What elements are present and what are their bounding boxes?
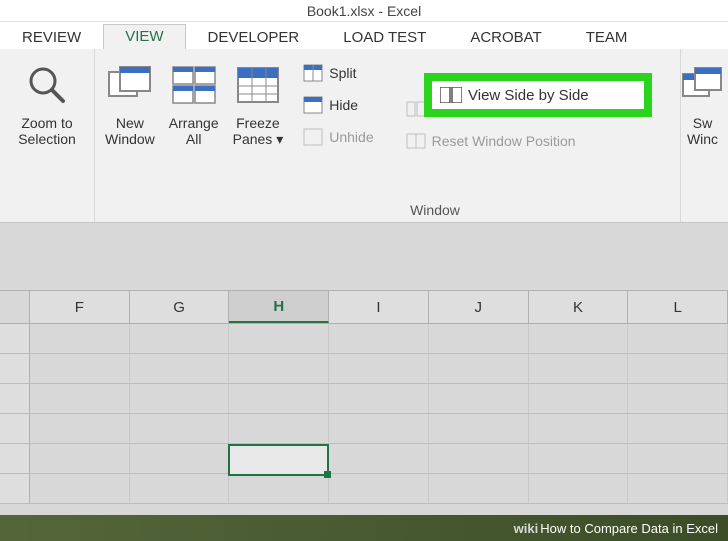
table-row[interactable] xyxy=(0,444,728,474)
unhide-icon xyxy=(303,128,323,146)
view-side-by-side-icon xyxy=(440,87,462,103)
magnifier-icon xyxy=(23,61,71,109)
column-header-g[interactable]: G xyxy=(130,291,230,323)
ribbon: Zoom to Selection New Window xyxy=(0,49,728,223)
table-row[interactable] xyxy=(0,474,728,504)
arrange-all-icon xyxy=(170,61,218,109)
table-row[interactable] xyxy=(0,324,728,354)
arrange-all-label: Arrange All xyxy=(169,115,219,147)
unhide-button: Unhide xyxy=(297,121,379,153)
freeze-panes-label: Freeze Panes ▾ xyxy=(233,115,284,147)
select-all-corner[interactable] xyxy=(0,291,30,323)
window-title: Book1.xlsx - Excel xyxy=(307,3,421,19)
tab-developer[interactable]: DEVELOPER xyxy=(186,25,322,49)
table-row[interactable] xyxy=(0,384,728,414)
spreadsheet-grid[interactable]: F G H I J K L xyxy=(0,290,728,531)
split-button[interactable]: Split xyxy=(297,57,379,89)
tab-view[interactable]: VIEW xyxy=(103,24,185,49)
ribbon-group-label-window: Window xyxy=(190,202,680,218)
tutorial-caption: wiki How to Compare Data in Excel xyxy=(0,515,728,541)
column-header-k[interactable]: K xyxy=(529,291,629,323)
switch-windows-icon xyxy=(680,61,727,109)
reset-window-icon xyxy=(406,133,426,149)
column-headers-row: F G H I J K L xyxy=(0,290,728,324)
column-header-h[interactable]: H xyxy=(229,291,329,323)
freeze-panes-icon xyxy=(234,61,282,109)
freeze-panes-button[interactable]: Freeze Panes ▾ xyxy=(227,57,290,157)
hide-button[interactable]: Hide xyxy=(297,89,379,121)
hide-icon xyxy=(303,96,323,114)
ribbon-group-switch: Sw Winc xyxy=(680,49,728,222)
tab-team[interactable]: TEAM xyxy=(564,25,650,49)
table-row[interactable] xyxy=(0,354,728,384)
zoom-to-selection-button[interactable]: Zoom to Selection xyxy=(12,57,82,151)
sync-scroll-icon xyxy=(406,101,426,117)
caption-brand: wiki xyxy=(514,521,539,536)
tab-load-test[interactable]: LOAD TEST xyxy=(321,25,448,49)
table-row[interactable] xyxy=(0,414,728,444)
split-icon xyxy=(303,64,323,82)
caption-text: How to Compare Data in Excel xyxy=(540,521,718,536)
hide-label: Hide xyxy=(329,97,358,113)
reset-window-position-button: Reset Window Position xyxy=(400,125,582,157)
tab-acrobat[interactable]: ACROBAT xyxy=(448,25,563,49)
column-header-f[interactable]: F xyxy=(30,291,130,323)
new-window-icon xyxy=(106,61,154,109)
column-header-i[interactable]: I xyxy=(329,291,429,323)
ribbon-group-zoom: Zoom to Selection xyxy=(0,49,95,222)
grid-rows xyxy=(0,324,728,504)
titlebar: Book1.xlsx - Excel xyxy=(0,0,728,22)
ribbon-tabs: REVIEW VIEW DEVELOPER LOAD TEST ACROBAT … xyxy=(0,22,728,49)
unhide-label: Unhide xyxy=(329,129,373,145)
view-side-by-side-label: View Side by Side xyxy=(468,87,589,104)
new-window-label: New Window xyxy=(105,115,155,147)
column-header-j[interactable]: J xyxy=(429,291,529,323)
column-header-l[interactable]: L xyxy=(628,291,728,323)
split-label: Split xyxy=(329,65,356,81)
tab-review[interactable]: REVIEW xyxy=(0,25,103,49)
switch-windows-button[interactable]: Sw Winc xyxy=(680,57,728,151)
reset-window-position-label: Reset Window Position xyxy=(432,133,576,149)
tutorial-highlight: View Side by Side xyxy=(424,73,652,117)
arrange-all-button[interactable]: Arrange All xyxy=(163,57,225,157)
new-window-button[interactable]: New Window xyxy=(99,57,161,157)
zoom-to-selection-label: Zoom to Selection xyxy=(18,115,76,147)
switch-windows-label: Sw Winc xyxy=(687,115,718,147)
